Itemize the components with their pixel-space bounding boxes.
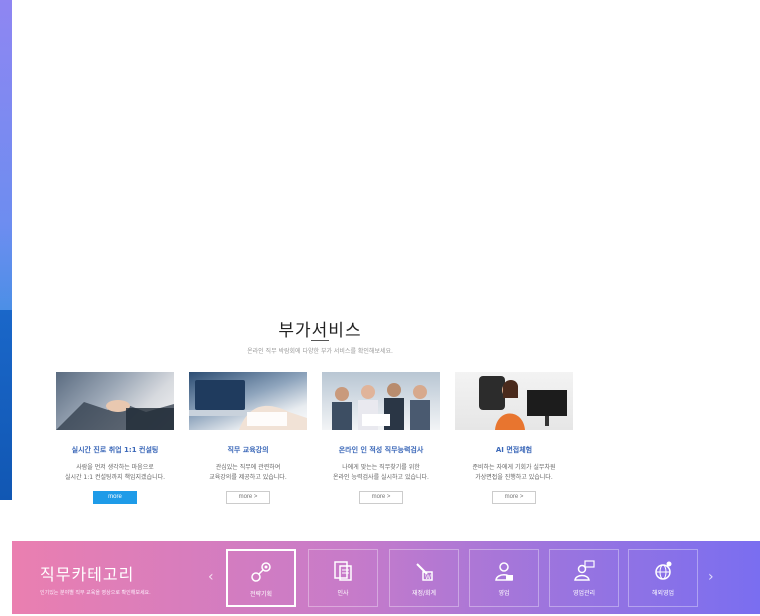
global-sales-icon [655,561,672,580]
category-item-strategy[interactable]: 전략기획 [226,549,296,607]
card-title: 온라인 인 적성 직무능력검사 [338,446,424,454]
card-desc-line: 교육강의를 제공하고 있습니다. [209,474,287,481]
service-card-aptitude-test[interactable]: 온라인 인 적성 직무능력검사 나에게 맞는는 직무찾기를 위한 온라인 능력검… [322,372,440,504]
more-button[interactable]: more > [359,491,403,504]
section-title: 부가서비스 [278,321,362,341]
category-next-arrow[interactable]: › [708,569,714,585]
more-button[interactable]: more [93,491,137,504]
consulting-handshake-image [56,372,174,430]
category-label: 영업관리 [572,590,596,597]
finance-icon: W [416,563,433,581]
card-desc-line: 나에게 맞는는 직무찾기를 위한 [342,464,420,471]
title-divider [311,340,329,341]
card-title: 직무 교육강의 [227,446,269,454]
sales-management-icon [574,560,595,581]
section-subtitle: 온라인 직무 박람회에 다양한 부가 서비스를 확인해보세요. [247,348,393,355]
lecture-laptop-image [189,372,307,430]
more-button[interactable]: more > [492,491,536,504]
category-label: 전략기획 [249,591,273,598]
card-desc-line: 실시간 1:1 컨설팅까지 책임지겠습니다. [64,474,166,481]
card-description: 준비하는 자에게 기회가 실무차원 가상면접을 진행하고 있습니다. [455,463,573,483]
aptitude-team-image [322,372,440,430]
category-item-sales-management[interactable]: 영업관리 [549,549,619,607]
card-desc-line: 가상면접을 진행하고 있습니다. [475,474,553,481]
category-item-hr[interactable]: 인사 [308,549,378,607]
ai-interview-image [455,372,573,430]
service-card-ai-interview[interactable]: AI 면접체험 준비하는 자에게 기회가 실무차원 가상면접을 진행하고 있습니… [455,372,573,504]
card-desc-line: 사람을 먼저 생각하는 마음으로 [76,464,154,471]
card-title: AI 면접체험 [495,446,533,454]
sales-icon [495,562,513,581]
card-description: 나에게 맞는는 직무찾기를 위한 온라인 능력검사를 실시하고 있습니다. [322,463,440,483]
category-item-finance[interactable]: W 재정/회계 [389,549,459,607]
category-subtitle: 인기있는 분야별 직무 교육을 영상으로 확인해보세요. [40,590,151,596]
svg-text:W: W [425,574,431,581]
service-card-lectures[interactable]: 직무 교육강의 관심있는 직무에 관련하여 교육강의를 제공하고 있습니다. m… [189,372,307,504]
job-category-bar: 직무카테고리 인기있는 분야별 직무 교육을 영상으로 확인해보세요. ‹ 전략… [12,541,760,614]
card-title: 실시간 진로 취업 1:1 컨설팅 [71,446,159,454]
category-item-sales[interactable]: 영업 [469,549,539,607]
category-label: 재정/회계 [411,590,437,597]
category-item-global-sales[interactable]: 해외영업 [628,549,698,607]
category-prev-arrow[interactable]: ‹ [208,569,214,585]
card-desc-line: 준비하는 자에게 기회가 실무차원 [472,464,556,471]
card-desc-line: 온라인 능력검사를 실시하고 있습니다. [333,474,429,481]
category-label: 해외영업 [651,590,675,597]
category-label: 인사 [337,590,349,597]
addon-services-section: 부가서비스 온라인 직무 박람회에 다양한 부가 서비스를 확인해보세요. 실시… [0,300,760,520]
more-button[interactable]: more > [226,491,270,504]
strategy-icon [251,562,271,582]
card-description: 관심있는 직무에 관련하여 교육강의를 제공하고 있습니다. [189,463,307,483]
card-desc-line: 관심있는 직무에 관련하여 [215,464,281,471]
category-label: 영업 [498,590,510,597]
category-title: 직무카테고리 [40,565,135,584]
hr-document-icon [334,561,352,581]
service-card-consulting[interactable]: 실시간 진로 취업 1:1 컨설팅 사람을 먼저 생각하는 마음으로 실시간 1… [56,372,174,504]
card-description: 사람을 먼저 생각하는 마음으로 실시간 1:1 컨설팅까지 책임지겠습니다. [56,463,174,483]
